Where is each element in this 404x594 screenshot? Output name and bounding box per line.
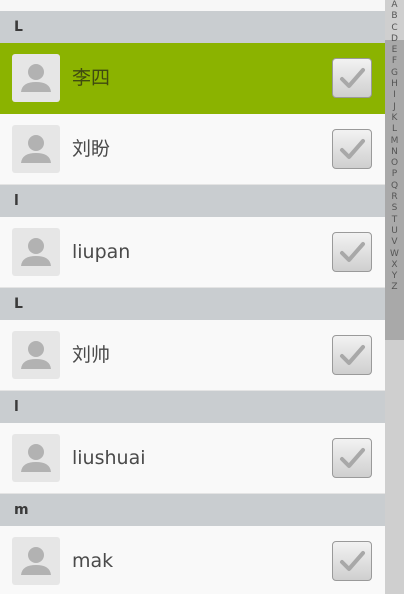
- index-letter[interactable]: H: [385, 79, 404, 90]
- contact-row-liushuai-cn[interactable]: 刘帅: [0, 320, 385, 391]
- index-letter[interactable]: K: [385, 113, 404, 124]
- checkmark-icon: [340, 242, 365, 262]
- index-letter[interactable]: R: [385, 192, 404, 203]
- index-letter[interactable]: J: [385, 102, 404, 113]
- select-checkbox[interactable]: [332, 438, 372, 478]
- index-letter[interactable]: V: [385, 237, 404, 248]
- index-letter[interactable]: A: [385, 0, 404, 11]
- contact-name: 刘帅: [72, 344, 111, 366]
- list-top-edge: [0, 0, 385, 11]
- index-letter[interactable]: N: [385, 147, 404, 158]
- index-letters[interactable]: A B C D E F G H I J K L M N O P Q R S T …: [385, 0, 404, 294]
- avatar-icon: [12, 331, 60, 379]
- checkmark-icon: [340, 551, 365, 571]
- section-header: m: [0, 494, 385, 526]
- index-letter[interactable]: T: [385, 215, 404, 226]
- section-header: l: [0, 391, 385, 423]
- avatar-icon: [12, 537, 60, 585]
- contact-row-lisi[interactable]: 李四: [0, 43, 385, 114]
- index-letter[interactable]: S: [385, 203, 404, 214]
- index-letter[interactable]: Q: [385, 181, 404, 192]
- index-letter[interactable]: F: [385, 56, 404, 67]
- index-letter[interactable]: Y: [385, 271, 404, 282]
- avatar-icon: [12, 125, 60, 173]
- select-checkbox[interactable]: [332, 129, 372, 169]
- section-header: l: [0, 185, 385, 217]
- contact-name: liushuai: [72, 447, 146, 469]
- checkmark-icon: [340, 139, 365, 159]
- index-letter[interactable]: U: [385, 226, 404, 237]
- contact-name: 李四: [72, 67, 111, 89]
- contact-row-liushuai[interactable]: liushuai: [0, 423, 385, 494]
- index-letter[interactable]: O: [385, 158, 404, 169]
- index-letter[interactable]: M: [385, 136, 404, 147]
- index-letter[interactable]: C: [385, 23, 404, 34]
- select-checkbox[interactable]: [332, 232, 372, 272]
- index-letter[interactable]: D: [385, 34, 404, 45]
- index-letter[interactable]: G: [385, 68, 404, 79]
- index-letter[interactable]: P: [385, 169, 404, 180]
- index-letter[interactable]: L: [385, 124, 404, 135]
- avatar-icon: [12, 434, 60, 482]
- contact-name: liupan: [72, 241, 131, 263]
- contact-name: 刘盼: [72, 138, 111, 160]
- select-checkbox[interactable]: [332, 541, 372, 581]
- select-checkbox[interactable]: [332, 58, 372, 98]
- contact-row-mak[interactable]: mak: [0, 526, 385, 594]
- index-letter[interactable]: Z: [385, 282, 404, 293]
- select-checkbox[interactable]: [332, 335, 372, 375]
- contact-list[interactable]: L 李四 刘盼 l liupan L 刘帅 l liushuai m mak: [0, 0, 385, 594]
- index-letter[interactable]: W: [385, 249, 404, 260]
- index-letter[interactable]: E: [385, 45, 404, 56]
- index-letter[interactable]: X: [385, 260, 404, 271]
- section-header: L: [0, 11, 385, 43]
- contact-name: mak: [72, 550, 114, 572]
- alphabet-index-bar[interactable]: A B C D E F G H I J K L M N O P Q R S T …: [385, 0, 404, 594]
- checkmark-icon: [340, 345, 365, 365]
- avatar-icon: [12, 228, 60, 276]
- checkmark-icon: [340, 68, 365, 88]
- contact-row-liupan-cn[interactable]: 刘盼: [0, 114, 385, 185]
- section-header: L: [0, 288, 385, 320]
- index-letter[interactable]: B: [385, 11, 404, 22]
- contact-row-liupan[interactable]: liupan: [0, 217, 385, 288]
- avatar-icon: [12, 54, 60, 102]
- checkmark-icon: [340, 448, 365, 468]
- index-letter[interactable]: I: [385, 90, 404, 101]
